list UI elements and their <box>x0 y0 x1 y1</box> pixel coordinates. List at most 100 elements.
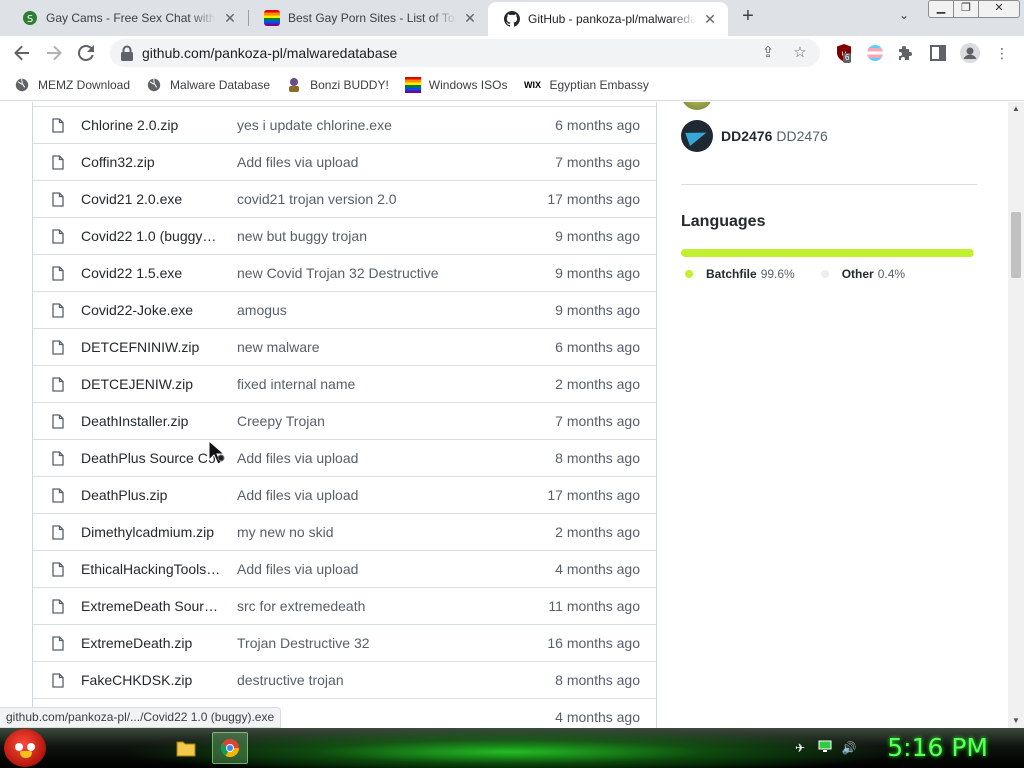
bookmark-label: Bonzi BUDDY! <box>310 78 389 92</box>
maximize-button[interactable]: ❐ <box>953 0 979 18</box>
file-name-link[interactable]: DeathInstaller.zip <box>81 413 221 429</box>
scrollbar-thumb[interactable] <box>1011 212 1021 278</box>
commit-message-link[interactable]: new malware <box>237 339 537 355</box>
file-name-link[interactable]: Coffin32.zip <box>81 154 221 170</box>
file-name-link[interactable]: Chlorine 2.0.zip <box>81 117 221 133</box>
table-row[interactable]: Covid21 2.0.exe covid21 trojan version 2.… <box>33 180 656 217</box>
commit-message-link[interactable]: Add files via upload <box>237 154 537 170</box>
commit-message-link[interactable]: Add files via upload <box>237 561 537 577</box>
table-row[interactable]: ExtremeDeath.zip Trojan Destructive 32 16 … <box>33 624 656 661</box>
table-row[interactable]: FakeCHKDSK.zip destructive trojan 8 months… <box>33 661 656 698</box>
language-item-batchfile[interactable]: Batchfile 99.6% <box>681 267 795 281</box>
commit-message-link[interactable]: new Covid Trojan 32 Destructive <box>237 265 537 281</box>
commit-message-link[interactable]: new but buggy trojan <box>237 228 537 244</box>
file-list: Chlorine 2.0.zip yes i update chlorine.ex… <box>32 102 657 728</box>
table-row[interactable]: DeathPlus.zip Add files via upload 17 mont… <box>33 476 656 513</box>
file-name-link[interactable]: FakeCHKDSK.zip <box>81 672 221 688</box>
tray-network-icon[interactable]: ✈ <box>792 740 808 756</box>
commit-message-link[interactable]: Creepy Trojan <box>237 413 537 429</box>
scroll-up-arrow[interactable]: ▲ <box>1008 102 1024 116</box>
commit-message-link[interactable]: src for extremedeath <box>237 598 537 614</box>
commit-message-link[interactable]: mware <box>237 709 537 725</box>
table-row[interactable]: Chlorine 2.0.zip yes i update chlorine.ex… <box>33 106 656 143</box>
file-name-link[interactable]: Covid22-Joke.exe <box>81 302 221 318</box>
file-name-link[interactable]: Covid22 1.0 (buggy).... <box>81 228 221 244</box>
file-name-link[interactable]: ExtremeDeath.zip <box>81 635 221 651</box>
table-row[interactable]: Covid22 1.5.exe new Covid Trojan 32 Destr… <box>33 254 656 291</box>
commit-message-link[interactable]: destructive trojan <box>237 672 537 688</box>
table-row[interactable]: DeathInstaller.zip Creepy Trojan 7 months … <box>33 402 656 439</box>
browser-menu-icon[interactable]: ⋮ <box>992 43 1012 63</box>
bookmark-memz-download[interactable]: MEMZ Download <box>14 77 130 93</box>
tab-strip: S Gay Cams - Free Sex Chat with Se ✕ Bes… <box>0 0 1024 36</box>
window-close-button[interactable]: ✕ <box>978 0 1020 18</box>
reload-button[interactable] <box>74 41 98 65</box>
tab-github[interactable]: GitHub - pankoza-pl/malwaredat ✕ <box>488 2 728 36</box>
taskbar-file-explorer[interactable] <box>168 732 204 764</box>
contributor-avatar-partial[interactable] <box>681 102 713 110</box>
language-item-other[interactable]: Other 0.4% <box>817 267 905 281</box>
bookmark-star-icon[interactable]: ☆ <box>790 43 810 63</box>
commit-message-link[interactable]: fixed internal name <box>237 376 537 392</box>
close-icon[interactable]: ✕ <box>222 10 238 26</box>
contributor-login[interactable]: DD2476 <box>721 128 772 144</box>
lock-icon[interactable] <box>120 45 136 61</box>
file-name-link[interactable]: EthicalHackingTools ... <box>81 561 221 577</box>
table-row[interactable]: DETCEFNINIW.zip new malware 6 months ago <box>33 328 656 365</box>
file-name-link[interactable]: DETCEFNINIW.zip <box>81 339 221 355</box>
ublock-extension-icon[interactable]: u 6 <box>834 43 854 63</box>
table-row[interactable]: EthicalHackingTools ... Add files via upl… <box>33 550 656 587</box>
tray-volume-icon[interactable]: 🔊 <box>841 740 857 756</box>
file-name-link[interactable]: Covid22 1.5.exe <box>81 265 221 281</box>
file-name-link[interactable]: DeathPlus Source Co <box>81 450 221 466</box>
extensions-puzzle-icon[interactable] <box>896 43 916 63</box>
forward-button[interactable] <box>42 41 66 65</box>
tab-search-button[interactable]: ⌄ <box>894 8 914 28</box>
table-row[interactable]: Covid22-Joke.exe amogus 9 months ago <box>33 291 656 328</box>
file-name-link[interactable]: DETCEJENIW.zip <box>81 376 221 392</box>
bookmark-malware-database[interactable]: Malware Database <box>146 77 270 93</box>
side-panel-icon[interactable] <box>928 43 948 63</box>
table-row[interactable]: Dimethylcadmium.zip my new no skid 2 month… <box>33 513 656 550</box>
bookmark-bonzi-buddy[interactable]: Bonzi BUDDY! <box>286 77 389 93</box>
tray-monitor-icon[interactable] <box>817 740 833 756</box>
file-name-link[interactable]: ExtremeDeath Sourc... <box>81 598 221 614</box>
table-row[interactable]: DeathPlus Source Co Add files via upload 8… <box>33 439 656 476</box>
bookmark-windows-isos[interactable]: Windows ISOs <box>404 77 507 93</box>
commit-message-link[interactable]: amogus <box>237 302 537 318</box>
trans-flag-extension-icon[interactable] <box>865 43 885 63</box>
minimize-button[interactable]: ▁ <box>928 0 954 18</box>
commit-message-link[interactable]: Trojan Destructive 32 <box>237 635 537 651</box>
new-tab-button[interactable]: + <box>737 6 759 28</box>
file-name-link[interactable]: DeathPlus.zip <box>81 487 221 503</box>
close-icon[interactable]: ✕ <box>702 11 718 27</box>
file-name-link[interactable]: Covid21 2.0.exe <box>81 191 221 207</box>
table-row[interactable]: ExtremeDeath Sourc... src for extremedeat… <box>33 587 656 624</box>
taskbar-chrome[interactable] <box>212 732 248 764</box>
tab-gay-porn-sites[interactable]: Best Gay Porn Sites - List of Top G ✕ <box>248 0 488 36</box>
commit-message-link[interactable]: my new no skid <box>237 524 537 540</box>
commit-message-link[interactable]: Add files via upload <box>237 487 537 503</box>
page-scrollbar[interactable]: ▲ ▼ <box>1008 102 1024 728</box>
commit-message-link[interactable]: yes i update chlorine.exe <box>237 117 537 133</box>
language-bar <box>681 249 974 257</box>
commit-message-link[interactable]: covid21 trojan version 2.0 <box>237 191 537 207</box>
commit-message-link[interactable]: Add files via upload <box>237 450 537 466</box>
table-row[interactable]: DETCEJENIW.zip fixed internal name 2 month… <box>33 365 656 402</box>
file-name-link[interactable]: Dimethylcadmium.zip <box>81 524 221 540</box>
start-button-angry-bird-icon[interactable] <box>4 729 46 767</box>
tab-gay-cams[interactable]: S Gay Cams - Free Sex Chat with Se ✕ <box>6 0 248 36</box>
address-bar[interactable]: github.com/pankoza-pl/malwaredatabase ⇪ … <box>110 39 820 67</box>
scroll-down-arrow[interactable]: ▼ <box>1008 714 1024 728</box>
table-row[interactable]: Coffin32.zip Add files via upload 7 months… <box>33 143 656 180</box>
avatar[interactable] <box>681 120 713 152</box>
back-button[interactable] <box>10 41 34 65</box>
taskbar-clock[interactable]: 5:16 PM <box>887 732 988 764</box>
bird-eye <box>15 743 23 751</box>
close-icon[interactable]: ✕ <box>462 10 478 26</box>
bookmark-egyptian-embassy[interactable]: WIX Egyptian Embassy <box>523 77 649 93</box>
share-icon[interactable]: ⇪ <box>758 43 778 63</box>
profile-avatar-icon[interactable] <box>960 43 980 63</box>
contributor-entry[interactable]: DD2476 DD2476 <box>681 120 828 152</box>
table-row[interactable]: Covid22 1.0 (buggy).... new but buggy tro… <box>33 217 656 254</box>
